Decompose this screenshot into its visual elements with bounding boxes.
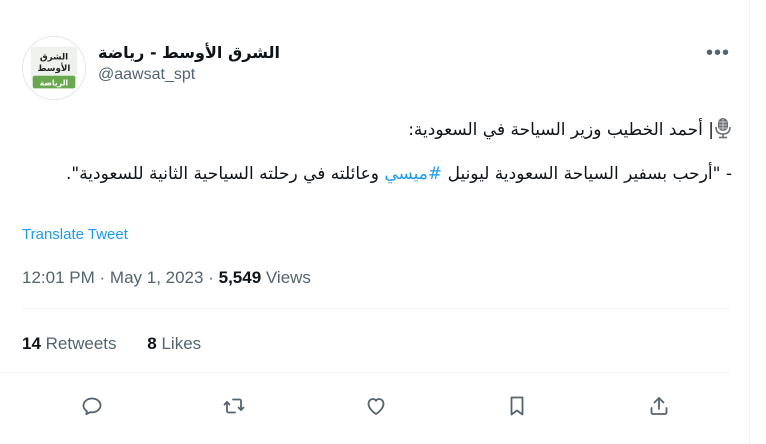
tweet-line-2: - "أرحب بسفير السياحة السعودية ليونيل #م…	[22, 160, 732, 188]
reply-icon	[82, 397, 102, 416]
bookmark-icon	[510, 396, 524, 416]
retweets-count: 14	[22, 334, 41, 353]
retweet-button[interactable]	[214, 386, 254, 426]
hashtag-link[interactable]: #ميسي	[384, 164, 442, 184]
microphone-icon	[714, 117, 732, 139]
more-options-button[interactable]: •••	[706, 43, 729, 66]
divider	[22, 308, 730, 309]
meta-separator: ·	[99, 268, 106, 287]
like-icon	[367, 398, 385, 415]
likes-count: 8	[147, 334, 157, 353]
tweet-line-2-after: وعائلته في رحلته السياحية الثانية للسعود…	[65, 164, 385, 184]
svg-text:الشرق: الشرق	[40, 52, 68, 62]
svg-text:الأوسط: الأوسط	[38, 62, 71, 74]
action-bar	[22, 386, 722, 426]
divider	[0, 372, 148, 373]
svg-text:الرياضة: الرياضة	[40, 78, 68, 87]
share-icon	[650, 397, 668, 415]
reply-button[interactable]	[72, 386, 112, 426]
divider	[148, 372, 730, 373]
engagement-stats: 14 Retweets 8 Likes	[22, 332, 227, 356]
tweet-line-1: | أحمد الخطيب وزير السياحة في السعودية:	[22, 116, 732, 144]
tweet-time[interactable]: 12:01 PM	[22, 268, 95, 287]
tweet-date[interactable]: May 1, 2023	[110, 268, 204, 287]
tweet-header: الشرق الأوسط الرياضة الشرق الأوسط - رياض…	[22, 36, 732, 104]
retweet-icon	[223, 398, 245, 414]
tweet-line-1-text: | أحمد الخطيب وزير السياحة في السعودية:	[408, 120, 714, 140]
more-dots-icon: •••	[706, 42, 731, 64]
likes-stat[interactable]: 8 Likes	[147, 334, 201, 353]
retweets-label: Retweets	[45, 334, 117, 353]
views-label: Views	[265, 268, 311, 287]
tweet-text: | أحمد الخطيب وزير السياحة في السعودية: …	[22, 116, 732, 188]
tweet-line-2-before: - "أرحب بسفير السياحة السعودية ليونيل	[442, 164, 732, 184]
avatar-logo: الشرق الأوسط الرياضة	[23, 37, 85, 99]
tweet-metadata: 12:01 PM · May 1, 2023 · 5,549 Views	[22, 266, 311, 290]
author-handle[interactable]: @aawsat_spt	[98, 64, 280, 86]
tweet-card: الشرق الأوسط الرياضة الشرق الأوسط - رياض…	[0, 0, 750, 444]
translate-tweet-link[interactable]: Translate Tweet	[22, 225, 128, 245]
like-button[interactable]	[356, 386, 396, 426]
share-button[interactable]	[639, 386, 679, 426]
bookmark-button[interactable]	[497, 386, 537, 426]
views-count: 5,549	[218, 268, 262, 287]
retweets-stat[interactable]: 14 Retweets	[22, 334, 117, 353]
avatar[interactable]: الشرق الأوسط الرياضة	[22, 36, 86, 100]
author-names: الشرق الأوسط - رياضة @aawsat_spt	[98, 42, 280, 86]
meta-separator: ·	[208, 268, 214, 287]
author-display-name[interactable]: الشرق الأوسط - رياضة	[98, 42, 280, 64]
likes-label: Likes	[161, 334, 202, 353]
